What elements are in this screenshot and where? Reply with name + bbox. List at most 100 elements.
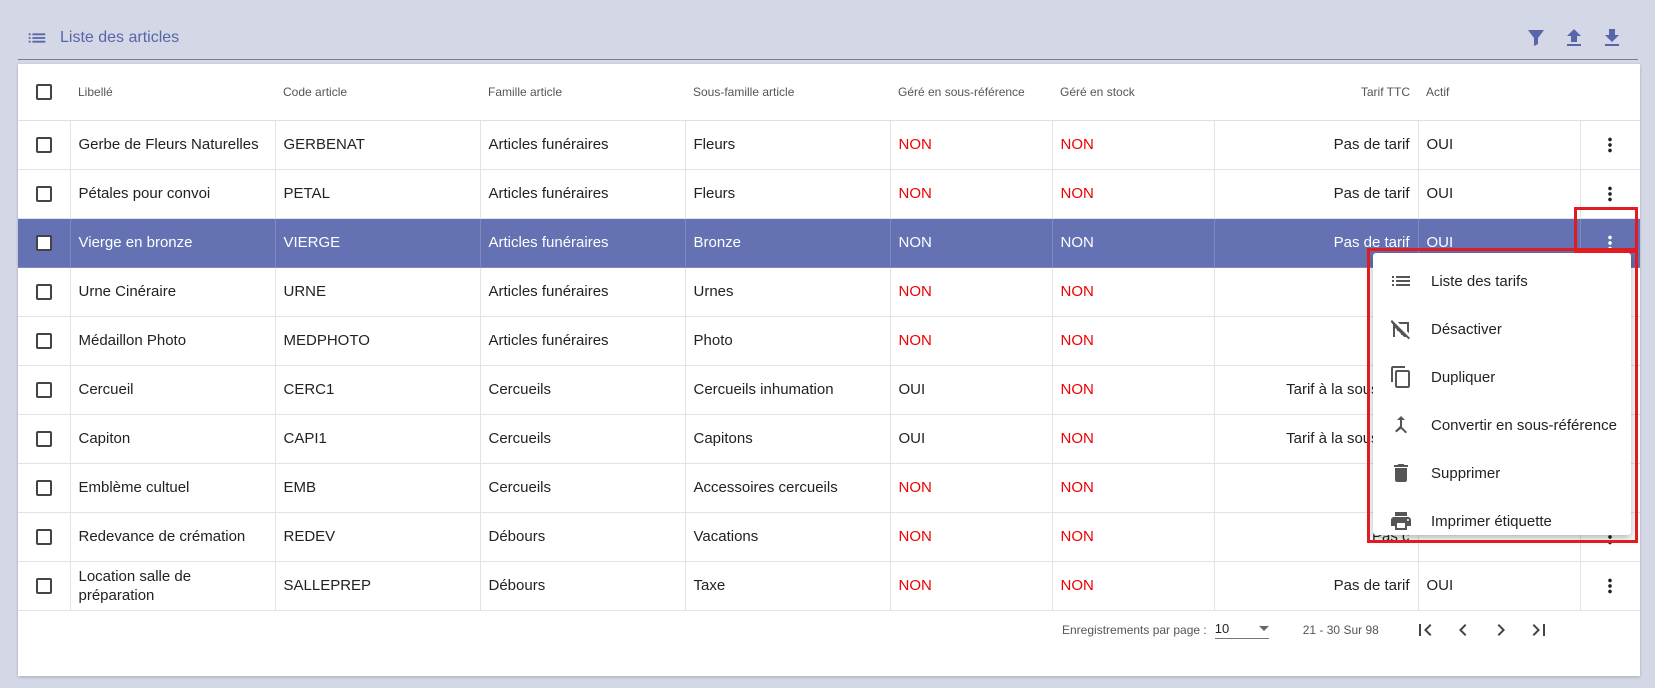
cell-libelle: Cercueil [70, 365, 276, 415]
deactivate-icon [1389, 317, 1413, 341]
menu-item-imprimer[interactable]: Imprimer étiquette [1373, 497, 1631, 545]
cell-sous-famille: Accessoires cercueils [685, 463, 891, 513]
more-vert-icon[interactable] [1599, 134, 1621, 156]
trash-icon [1389, 461, 1413, 485]
cell-sous-ref: NON [890, 120, 1053, 170]
menu-item-convertir[interactable]: Convertir en sous-référence [1373, 401, 1631, 449]
cell-sous-famille: Capitons [685, 414, 891, 464]
cell-sous-ref: NON [890, 169, 1053, 219]
upload-icon[interactable] [1562, 26, 1586, 50]
row-checkbox[interactable] [35, 186, 52, 203]
row-checkbox[interactable] [35, 137, 52, 154]
page-range: 21 - 30 Sur 98 [1302, 623, 1379, 637]
cell-code: EMB [275, 463, 481, 513]
row-select-cell [18, 120, 71, 170]
cell-stock: NON [1052, 414, 1215, 464]
cell-sous-ref: NON [890, 512, 1053, 562]
cell-stock: NON [1052, 365, 1215, 415]
table-row[interactable]: Pétales pour convoi PETAL Articles funérai… [18, 169, 1640, 219]
menu-item-desactiver[interactable]: Désactiver [1373, 305, 1631, 353]
cell-sous-ref: NON [890, 218, 1053, 268]
cell-stock: NON [1052, 463, 1215, 513]
table-row[interactable]: Gerbe de Fleurs Naturelles GERBENAT Articl… [18, 120, 1640, 170]
cell-code: CERC1 [275, 365, 481, 415]
cell-sous-ref: NON [890, 463, 1053, 513]
more-vert-icon[interactable] [1599, 232, 1621, 254]
per-page-select[interactable]: 10 [1214, 621, 1269, 639]
row-actions-cell [1580, 169, 1640, 219]
page-title: Liste des articles [60, 28, 180, 46]
filter-icon[interactable] [1524, 26, 1548, 50]
cell-libelle: Médaillon Photo [70, 316, 276, 366]
menu-item-label: Désactiver [1431, 320, 1502, 338]
select-all-checkbox[interactable] [36, 83, 52, 100]
row-select-cell [18, 169, 71, 219]
col-header-actions [1580, 64, 1640, 121]
row-actions-cell [1580, 120, 1640, 170]
last-page-icon[interactable] [1527, 618, 1551, 642]
per-page-value: 10 [1214, 621, 1230, 636]
next-page-icon[interactable] [1489, 618, 1513, 642]
row-checkbox[interactable] [35, 480, 52, 497]
row-checkbox[interactable] [35, 235, 52, 252]
cell-code: MEDPHOTO [275, 316, 481, 366]
menu-item-supprimer[interactable]: Supprimer [1373, 449, 1631, 497]
col-header-famille[interactable]: Famille article [480, 64, 685, 121]
col-header-sous-ref[interactable]: Géré en sous-référence [890, 64, 1052, 121]
menu-item-dupliquer[interactable]: Dupliquer [1373, 353, 1631, 401]
cell-code: VIERGE [275, 218, 481, 268]
menu-item-label: Supprimer [1431, 464, 1501, 482]
col-header-actif[interactable]: Actif [1418, 64, 1580, 121]
menu-item-label: Dupliquer [1431, 368, 1496, 386]
cell-code: GERBENAT [275, 120, 481, 170]
more-vert-icon[interactable] [1599, 183, 1621, 205]
col-header-libelle[interactable]: Libellé [70, 64, 275, 121]
first-page-icon[interactable] [1413, 618, 1437, 642]
cell-stock: NON [1052, 218, 1215, 268]
row-checkbox[interactable] [35, 284, 52, 301]
row-checkbox[interactable] [35, 529, 52, 546]
row-select-cell [18, 218, 71, 268]
merge-icon [1389, 413, 1413, 437]
menu-item-label: Liste des tarifs [1431, 272, 1528, 290]
table-header-row: Libellé Code article Famille article Sou… [18, 64, 1640, 121]
cell-code: PETAL [275, 169, 481, 219]
cell-stock: NON [1052, 120, 1215, 170]
row-checkbox[interactable] [35, 431, 52, 448]
cell-sous-famille: Photo [685, 316, 891, 366]
cell-sous-famille: Bronze [685, 218, 891, 268]
page-navigation [1413, 618, 1551, 642]
prev-page-icon[interactable] [1451, 618, 1475, 642]
per-page-label: Enregistrements par page : [1062, 623, 1207, 637]
paginator: Enregistrements par page : 10 21 - 30 Su… [18, 584, 1640, 676]
print-icon [1389, 509, 1413, 533]
cell-sous-famille: Urnes [685, 267, 891, 317]
col-header-tarif[interactable]: Tarif TTC [1214, 64, 1418, 121]
cell-actif: OUI [1418, 120, 1581, 170]
row-select-cell [18, 365, 71, 415]
cell-libelle: Urne Cinéraire [70, 267, 276, 317]
col-header-sous-famille[interactable]: Sous-famille article [685, 64, 890, 121]
copy-icon [1389, 365, 1413, 389]
menu-item-tarifs[interactable]: Liste des tarifs [1373, 257, 1631, 305]
select-all-cell [18, 64, 70, 121]
cell-sous-ref: NON [890, 316, 1053, 366]
cell-tarif: Pas de tarif [1214, 120, 1419, 170]
col-header-stock[interactable]: Géré en stock [1052, 64, 1214, 121]
row-select-cell [18, 463, 71, 513]
cell-stock: NON [1052, 512, 1215, 562]
list-icon [1389, 269, 1413, 293]
menu-item-label: Imprimer étiquette [1431, 512, 1552, 530]
row-checkbox[interactable] [35, 382, 52, 399]
menu-item-label: Convertir en sous-référence [1431, 416, 1617, 434]
row-select-cell [18, 414, 71, 464]
download-icon[interactable] [1600, 26, 1624, 50]
chevron-down-icon [1258, 626, 1269, 631]
page-header: Liste des articles [18, 16, 1638, 60]
row-select-cell [18, 267, 71, 317]
cell-famille: Articles funéraires [480, 316, 686, 366]
cell-sous-ref: NON [890, 267, 1053, 317]
col-header-code[interactable]: Code article [275, 64, 480, 121]
cell-famille: Articles funéraires [480, 218, 686, 268]
row-checkbox[interactable] [35, 333, 52, 350]
